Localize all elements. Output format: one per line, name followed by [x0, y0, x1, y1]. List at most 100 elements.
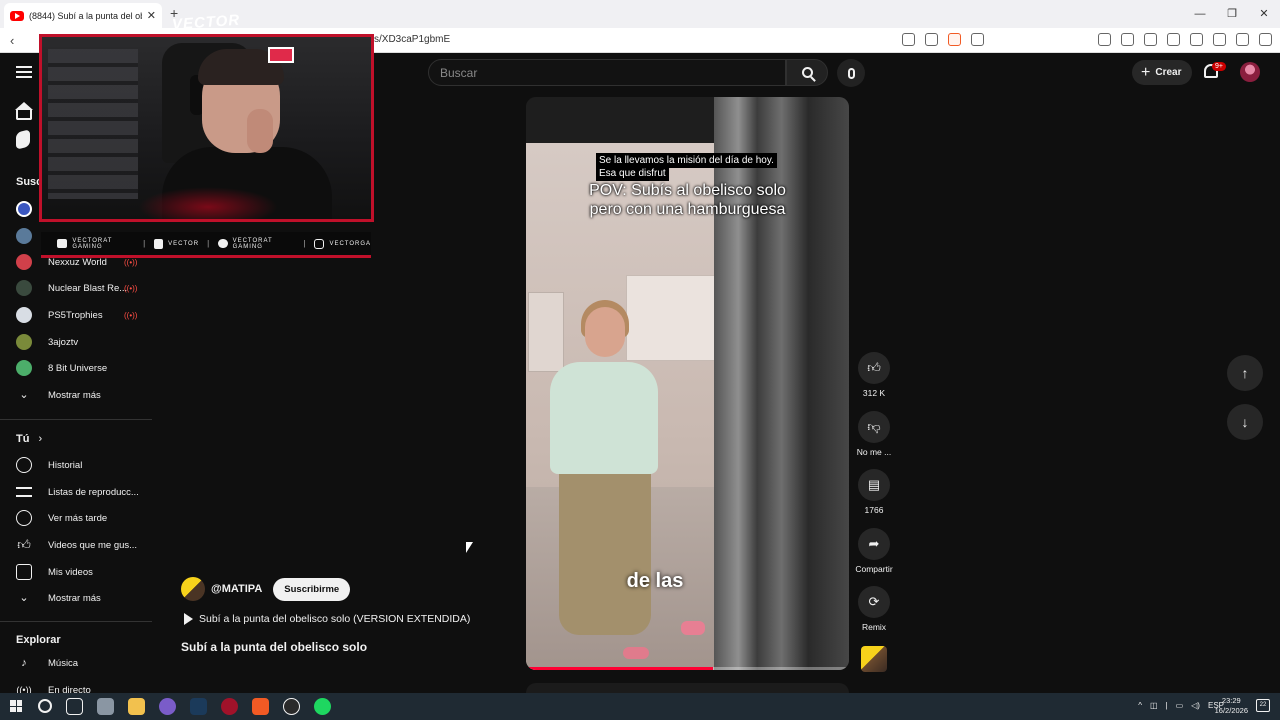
tray-chevron-icon[interactable]: ^ — [1138, 701, 1142, 710]
you-heading[interactable]: Tú › — [16, 433, 42, 445]
url-text[interactable]: s/XD3caP1gbmE — [374, 34, 450, 45]
back-arrow-icon[interactable]: ‹ — [10, 33, 14, 48]
sidebar-item-music[interactable]: ♪ Música — [0, 650, 152, 676]
vpn-icon[interactable] — [1236, 33, 1249, 46]
task-view-icon[interactable] — [66, 698, 83, 715]
subscribe-button[interactable]: Suscribirme — [273, 577, 351, 601]
create-button[interactable]: + Crear — [1132, 60, 1193, 85]
sidebar-item-playlists[interactable]: Listas de reproducc... — [0, 479, 152, 505]
sidebar-channel-3ajoztv[interactable]: 3ajoztv — [0, 329, 152, 355]
sidebar-show-more-subscriptions[interactable]: ⌄ Mostrar más — [0, 382, 152, 408]
discord-icon[interactable] — [159, 698, 176, 715]
woman-tshirt — [550, 362, 658, 474]
display-icon[interactable]: ▭ — [1176, 701, 1184, 710]
close-window-button[interactable]: ✕ — [1248, 0, 1280, 28]
sidebar-channel-8bit-universe[interactable]: 8 Bit Universe — [0, 355, 152, 381]
previous-short-button[interactable]: ↑ — [1227, 355, 1263, 391]
sidebar-toggle-icon[interactable] — [1121, 33, 1134, 46]
remix-label: Remix — [861, 622, 887, 632]
steam-icon[interactable] — [190, 698, 207, 715]
pink-shoe — [681, 621, 705, 635]
sidebar-channel-ps5trophies[interactable]: PS5Trophies ((•)) — [0, 302, 152, 328]
share-icon[interactable] — [925, 33, 938, 46]
next-short-preview[interactable] — [526, 683, 849, 693]
sidebar-item-history[interactable]: Historial — [0, 452, 152, 478]
taskbar-clock[interactable]: 23:29 16/2/2026 — [1215, 696, 1248, 716]
home-icon[interactable] — [15, 102, 33, 120]
overlay-title-line-1: POV: Subís al obelisco solo — [589, 182, 786, 199]
microphone-icon[interactable]: | — [1166, 701, 1168, 710]
search-input[interactable] — [440, 65, 785, 80]
search-icon[interactable] — [38, 699, 52, 713]
remix-action[interactable]: ⟳ Remix — [853, 586, 895, 632]
sidebar-item-watch-later[interactable]: Ver más tarde — [0, 505, 152, 531]
file-explorer-icon[interactable] — [128, 698, 145, 715]
video-progress-fill — [526, 667, 714, 670]
search-box — [428, 59, 786, 86]
search-button[interactable] — [786, 59, 828, 86]
sidebar-item-my-videos[interactable]: Mis videos — [0, 559, 152, 585]
windows-start-icon[interactable] — [10, 700, 22, 712]
social-handles-bar: VECTORAT GAMING | VECTOR | VECTORAT GAMI… — [41, 232, 371, 258]
notification-badge: 9+ — [1212, 62, 1226, 71]
browser-tab-youtube[interactable]: (8844) Subí a la punta del obe ✕ — [4, 3, 162, 28]
create-label: Crear — [1155, 67, 1182, 78]
share-arrow-icon[interactable]: ➦ — [858, 528, 890, 560]
network-icon[interactable]: ◫ — [1150, 701, 1158, 710]
mouse-cursor-icon — [466, 542, 473, 553]
next-short-button[interactable]: ↓ — [1227, 404, 1263, 440]
close-tab-icon[interactable]: ✕ — [147, 9, 156, 22]
opera-gx-icon[interactable] — [221, 698, 238, 715]
account-avatar[interactable] — [1240, 62, 1260, 82]
channel-avatar — [16, 228, 32, 244]
hamburger-menu-icon[interactable] — [16, 66, 32, 78]
sidebar-show-more-you[interactable]: ⌄ Mostrar más — [0, 585, 152, 611]
music-note-icon: ♪ — [21, 657, 27, 669]
shorts-video-player[interactable]: Se la llevamos la misión del día de hoy.… — [526, 97, 849, 670]
reader-icon[interactable] — [1167, 33, 1180, 46]
sidebar-item-liked-videos[interactable]: 👍︎ Videos que me gus... — [0, 532, 152, 558]
notification-center-icon[interactable]: 22 — [1256, 699, 1270, 712]
app-icon[interactable] — [97, 698, 114, 715]
browser-menu-icon[interactable] — [1259, 33, 1272, 46]
obs-icon[interactable] — [283, 698, 300, 715]
remix-icon[interactable]: ⟳ — [858, 586, 890, 618]
thumbs-up-icon[interactable]: 👍︎ — [858, 352, 890, 384]
channel-handle[interactable]: @MATIPA — [211, 583, 262, 595]
channel-name: Nuclear Blast Re... — [48, 282, 128, 294]
sidebar-item-label: Ver más tarde — [48, 512, 108, 524]
wallet-icon[interactable] — [1190, 33, 1203, 46]
video-progress-bar[interactable] — [526, 667, 849, 670]
burned-in-subtitle: de las — [626, 570, 684, 592]
minimize-button[interactable]: — — [1184, 0, 1216, 28]
shorts-icon[interactable] — [16, 129, 30, 150]
leo-ai-icon[interactable] — [1213, 33, 1226, 46]
spotify-icon[interactable] — [314, 698, 331, 715]
maximize-button[interactable]: ❐ — [1216, 0, 1248, 28]
windows-taskbar: ^ ◫ | ▭ ◁) ESP 23:29 16/2/2026 22 — [0, 693, 1280, 720]
volume-icon[interactable]: ◁) — [1191, 701, 1200, 710]
related-video-link[interactable]: Subí a la punta del obelisco solo (VERSI… — [184, 613, 470, 625]
my-videos-icon — [16, 564, 32, 580]
comment-icon[interactable]: ▤ — [858, 469, 890, 501]
background-shelf — [48, 49, 138, 199]
audio-source-thumbnail[interactable] — [861, 646, 887, 672]
cast-icon[interactable] — [902, 33, 915, 46]
channel-avatar[interactable] — [181, 577, 205, 601]
share-action[interactable]: ➦ Compartir — [853, 528, 895, 574]
extensions-icon[interactable] — [1098, 33, 1111, 46]
brave-rewards-icon[interactable] — [971, 33, 984, 46]
comments-action[interactable]: ▤ 1766 — [853, 469, 895, 515]
sidebar-channel-nuclear-blast[interactable]: Nuclear Blast Re... ((•)) — [0, 275, 152, 301]
closed-caption-line-2: Esa que disfrut — [596, 166, 669, 181]
social-label: VECTORAT GAMING — [232, 237, 273, 250]
brave-shields-icon[interactable] — [948, 33, 961, 46]
media-icon[interactable] — [1144, 33, 1157, 46]
woman-trousers — [559, 465, 651, 635]
like-action[interactable]: 👍︎ 312 K — [853, 352, 895, 398]
thumbs-down-icon[interactable]: 👎︎ — [858, 411, 890, 443]
dislike-action[interactable]: 👎︎ No me ... — [853, 411, 895, 457]
voice-search-button[interactable] — [837, 59, 865, 87]
brave-browser-icon[interactable] — [252, 698, 269, 715]
instagram-icon — [314, 238, 325, 249]
